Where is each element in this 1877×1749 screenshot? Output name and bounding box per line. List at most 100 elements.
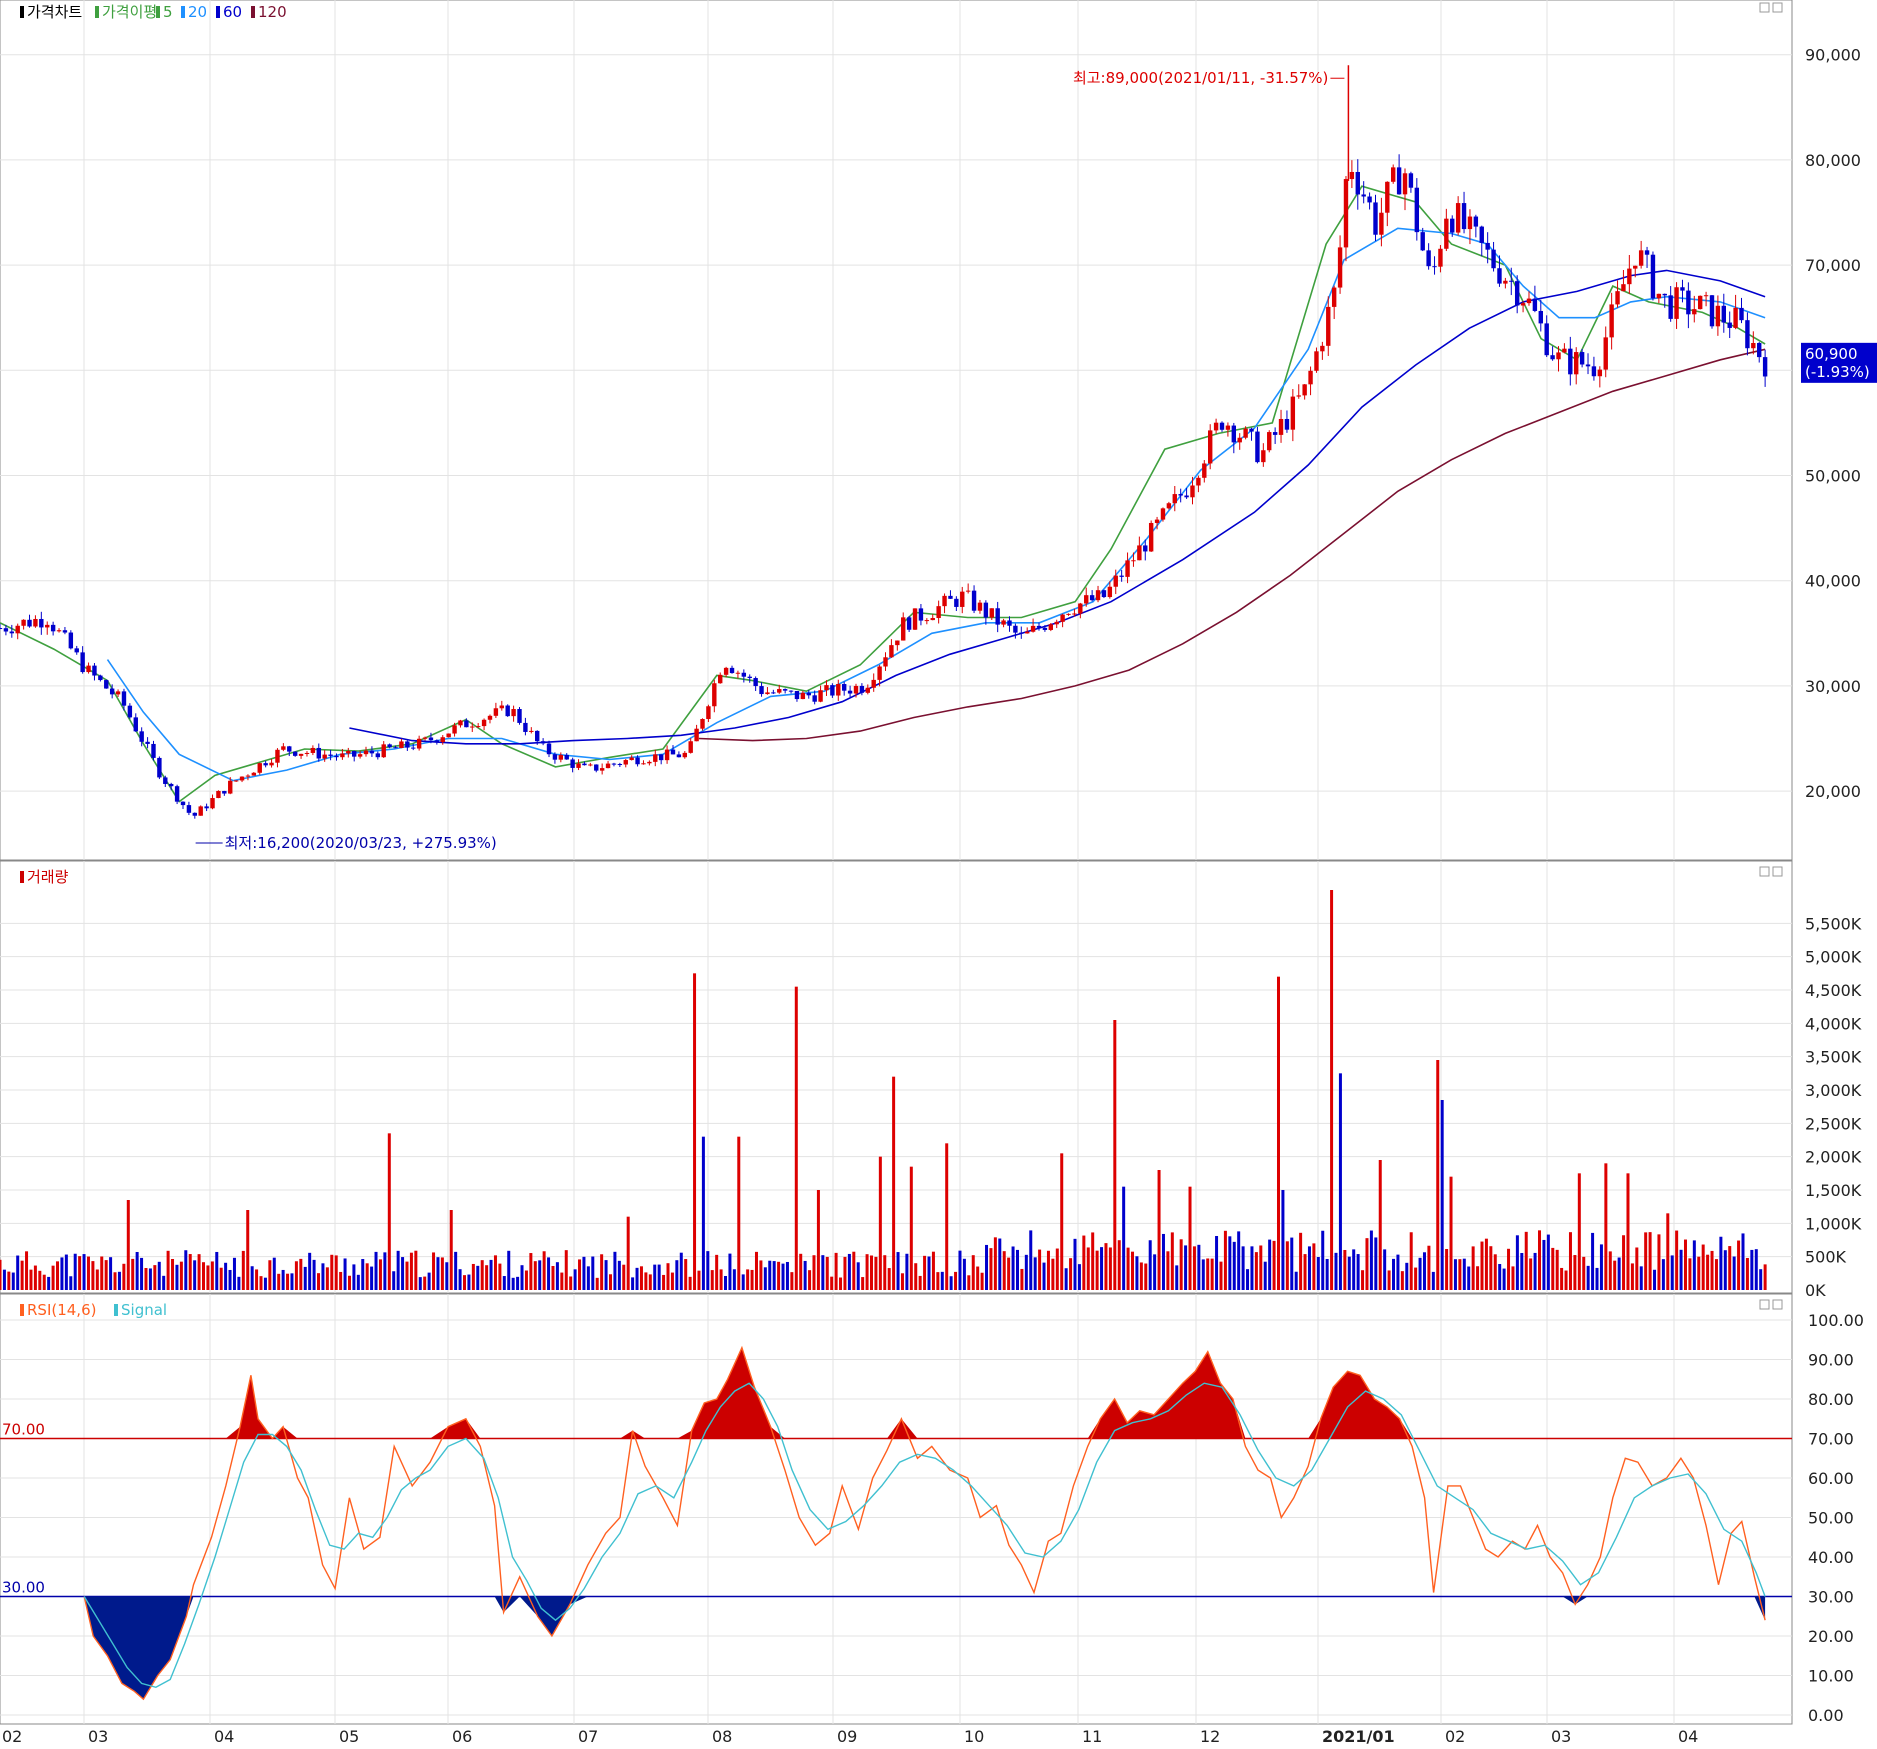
candle-body xyxy=(1703,295,1709,297)
volume-bar xyxy=(463,1275,467,1290)
volume-bar xyxy=(622,1264,626,1290)
candle-body xyxy=(883,657,888,667)
volume-bar xyxy=(1418,1257,1422,1290)
candle-body xyxy=(499,705,504,709)
candle-body xyxy=(741,672,747,677)
candlestick xyxy=(912,608,918,630)
volume-bar xyxy=(188,1254,192,1290)
volume-bar xyxy=(1467,1266,1471,1290)
volume-bar xyxy=(1122,1186,1126,1290)
volume-bar xyxy=(688,1276,692,1290)
candle-body xyxy=(151,743,156,758)
volume-bar xyxy=(365,1263,369,1290)
volume-bar xyxy=(1166,1251,1170,1290)
volume-bar xyxy=(321,1263,325,1290)
volume-bar xyxy=(471,1263,475,1290)
candle-body xyxy=(1585,364,1591,367)
volume-bar xyxy=(193,1260,197,1290)
volume-bar xyxy=(1002,1251,1006,1290)
volume-y-axis: 5,500K 5,000K 4,500K 4,000K 3,500K 3,000K 2,50… xyxy=(1805,914,1862,1300)
volume-bar xyxy=(1268,1239,1272,1290)
volume-bar xyxy=(931,1251,935,1290)
volume-bar xyxy=(1303,1254,1307,1290)
candle-body xyxy=(139,731,144,742)
legend-label: 가격차트 xyxy=(27,3,82,21)
volume-bar xyxy=(1219,1261,1223,1290)
candle-body xyxy=(924,620,930,622)
volume-bar xyxy=(524,1270,528,1290)
candle-body xyxy=(163,777,168,784)
candle-body xyxy=(948,595,953,599)
volume-bar xyxy=(1405,1262,1409,1290)
candle-body xyxy=(1255,431,1260,463)
volume-bar xyxy=(900,1273,904,1290)
volume-legend: 거래량 xyxy=(20,868,69,886)
volume-bar xyxy=(1095,1250,1099,1290)
candlestick xyxy=(1267,430,1272,453)
candle-body xyxy=(971,590,977,611)
volume-bar xyxy=(516,1276,520,1290)
candlestick xyxy=(517,707,522,725)
candle-body xyxy=(1574,352,1579,375)
candle-body xyxy=(830,685,835,696)
candle-body xyxy=(1379,212,1384,235)
candle-body xyxy=(346,751,351,754)
volume-bar xyxy=(378,1259,382,1290)
candle-body xyxy=(1526,298,1532,304)
volume-bar xyxy=(1555,1249,1559,1290)
candle-body xyxy=(15,625,20,634)
volume-bar xyxy=(51,1265,55,1290)
volume-bar xyxy=(1113,1020,1117,1290)
candle-body xyxy=(605,763,611,769)
price-tick-label: 70,000 xyxy=(1805,256,1861,275)
candle-body xyxy=(411,747,416,749)
volume-bar xyxy=(1520,1252,1524,1290)
volume-bar xyxy=(312,1259,316,1290)
candle-body xyxy=(39,618,44,628)
candle-body xyxy=(1084,595,1089,604)
candle-body xyxy=(623,760,628,765)
volume-bar xyxy=(374,1251,378,1290)
volume-bar xyxy=(1051,1258,1055,1290)
volume-bar xyxy=(1290,1237,1294,1290)
x-axis-label: 04 xyxy=(1678,1727,1698,1746)
volume-tick-label: 500K xyxy=(1805,1248,1847,1267)
volume-bar xyxy=(7,1271,11,1290)
low-annotation: 최저:16,200(2020/03/23, +275.93%) xyxy=(225,834,497,852)
candle-body xyxy=(906,617,912,630)
candle-body xyxy=(0,628,3,630)
candle-body xyxy=(1243,428,1248,438)
candle-body xyxy=(682,752,687,758)
volume-bar xyxy=(232,1257,236,1290)
volume-bar xyxy=(330,1254,334,1290)
volume-bar xyxy=(529,1253,533,1290)
price-tick-label: 20,000 xyxy=(1805,782,1861,801)
volume-bar xyxy=(1082,1235,1086,1290)
volume-bar xyxy=(985,1244,989,1290)
candlestick xyxy=(1650,251,1656,301)
candle-body xyxy=(1337,247,1343,288)
volume-bar xyxy=(1489,1246,1493,1290)
volume-bar xyxy=(1131,1251,1135,1290)
candle-body xyxy=(877,666,882,680)
volume-bar xyxy=(569,1276,573,1290)
volume-bar xyxy=(1675,1230,1679,1290)
rsi-y-axis: 100.00 90.00 80.00 70.00 60.00 50.00 40.00 30.0… xyxy=(1808,1311,1864,1725)
volume-bar xyxy=(250,1266,254,1290)
volume-bar xyxy=(870,1255,874,1290)
volume-bar xyxy=(772,1261,776,1290)
volume-bar xyxy=(701,1136,705,1290)
volume-bar xyxy=(144,1268,148,1290)
candlestick xyxy=(1314,347,1319,373)
volume-bar xyxy=(1445,1249,1449,1290)
candle-body xyxy=(729,667,735,674)
candle-body xyxy=(1089,595,1095,601)
volume-bar xyxy=(940,1271,944,1290)
volume-bar xyxy=(1599,1244,1603,1290)
volume-tick-label: 0K xyxy=(1805,1281,1826,1300)
candle-body xyxy=(204,806,209,809)
candle-body xyxy=(387,744,392,748)
candle-body xyxy=(56,630,62,632)
volume-bar xyxy=(1661,1259,1665,1290)
volume-bar xyxy=(821,1255,825,1290)
